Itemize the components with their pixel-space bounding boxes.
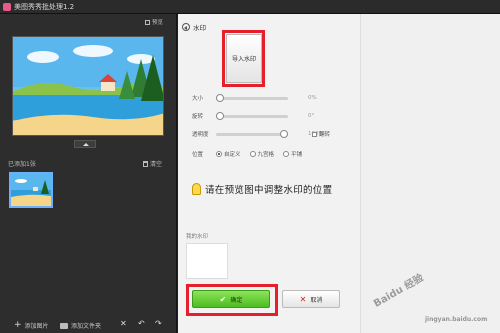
trash-icon	[143, 160, 148, 167]
radio-grid-dot[interactable]	[249, 151, 256, 157]
landscape-illustration	[13, 37, 163, 135]
close-icon: ✕	[299, 294, 307, 304]
opacity-slider-row: 透明度 100%	[192, 129, 324, 138]
size-label: 大小	[192, 96, 204, 102]
flip-label: 翻转	[319, 132, 331, 138]
position-row: 位置 自定义 九宫格 平铺	[192, 150, 311, 158]
baidu-watermark-url: jingyan.baidu.com	[425, 316, 488, 323]
add-folder-button[interactable]: 添加文件夹	[60, 321, 101, 330]
radio-custom[interactable]: 自定义	[216, 150, 241, 158]
bottom-toolbar: + 添加图片 添加文件夹 ✕ ↶ ↷	[0, 316, 177, 333]
opacity-slider-knob[interactable]	[280, 129, 288, 138]
rotate-right-icon[interactable]: ↷	[155, 320, 162, 328]
add-folder-label: 添加文件夹	[71, 323, 102, 330]
rotate-left-icon[interactable]: ↶	[138, 320, 145, 328]
position-label: 位置	[192, 152, 204, 158]
watermark-panel: 水印 导入水印 大小 0% 旋转 0° 透明度 100% 翻转 位置 自定义	[178, 14, 360, 333]
clear-label: 清空	[150, 161, 163, 168]
radio-tile-dot[interactable]	[283, 151, 290, 157]
radio-tile-label: 平铺	[291, 152, 303, 158]
collapse-toggle[interactable]	[74, 140, 96, 148]
radio-custom-label: 自定义	[224, 152, 241, 158]
my-watermark-label: 我的水印	[186, 234, 209, 240]
ok-button[interactable]: ✔ 确定	[192, 290, 270, 308]
opacity-slider[interactable]	[216, 129, 288, 138]
my-watermark-slot[interactable]	[186, 243, 228, 279]
radio-custom-dot[interactable]	[216, 151, 222, 157]
preview-image	[12, 36, 164, 136]
size-value: 0%	[308, 95, 317, 101]
check-icon: ✔	[219, 294, 227, 304]
radio-grid-label: 九宫格	[257, 152, 275, 158]
size-slider-row: 大小 0%	[192, 93, 322, 102]
size-slider[interactable]	[216, 93, 288, 102]
size-slider-knob[interactable]	[216, 93, 224, 102]
delete-icon[interactable]: ✕	[120, 320, 127, 328]
image-thumbnail[interactable]	[9, 172, 53, 208]
lightbulb-icon	[192, 183, 201, 195]
back-arrow-icon	[182, 23, 190, 31]
import-watermark-label: 导入水印	[231, 56, 256, 63]
added-count: 已添加1张	[8, 161, 36, 168]
preview-area	[360, 14, 500, 333]
rotate-slider-row: 旋转 0°	[192, 111, 322, 120]
left-panel: 预览 已添加1张 清空 + 添加图片 添加文件夹 ✕ ↶ ↷	[0, 14, 177, 333]
ok-label: 确定	[230, 296, 243, 304]
hint-row: 请在预览图中调整水印的位置	[192, 182, 332, 196]
folder-icon	[60, 322, 68, 329]
cancel-label: 取消	[310, 296, 323, 304]
flip-checkbox[interactable]: 翻转	[312, 130, 330, 138]
panel-title: 水印	[193, 24, 206, 32]
rotate-slider[interactable]	[216, 111, 288, 120]
thumbnail-landscape	[11, 174, 51, 206]
cancel-button[interactable]: ✕ 取消	[282, 290, 340, 308]
window-title: 美图秀秀批处理1.2	[14, 3, 75, 11]
plus-icon: +	[14, 320, 22, 330]
back-button[interactable]: 水印	[182, 22, 206, 32]
rotate-value: 0°	[308, 113, 315, 119]
add-image-button[interactable]: + 添加图片	[14, 320, 49, 331]
import-watermark-button[interactable]: 导入水印	[226, 34, 262, 83]
add-image-label: 添加图片	[24, 323, 49, 330]
hint-text: 请在预览图中调整水印的位置	[205, 185, 333, 196]
radio-tile[interactable]: 平铺	[283, 150, 302, 158]
preview-label: 预览	[152, 20, 164, 26]
title-bar: 美图秀秀批处理1.2	[0, 0, 500, 14]
app-logo-icon	[3, 3, 11, 11]
preview-button[interactable]: 预览	[145, 18, 163, 26]
flip-checkbox-box[interactable]	[312, 131, 317, 137]
clear-button[interactable]: 清空	[143, 159, 162, 168]
radio-grid[interactable]: 九宫格	[249, 150, 275, 158]
rotate-slider-knob[interactable]	[216, 111, 224, 120]
preview-icon	[145, 19, 150, 25]
opacity-label: 透明度	[192, 132, 209, 138]
rotate-label: 旋转	[192, 114, 204, 120]
